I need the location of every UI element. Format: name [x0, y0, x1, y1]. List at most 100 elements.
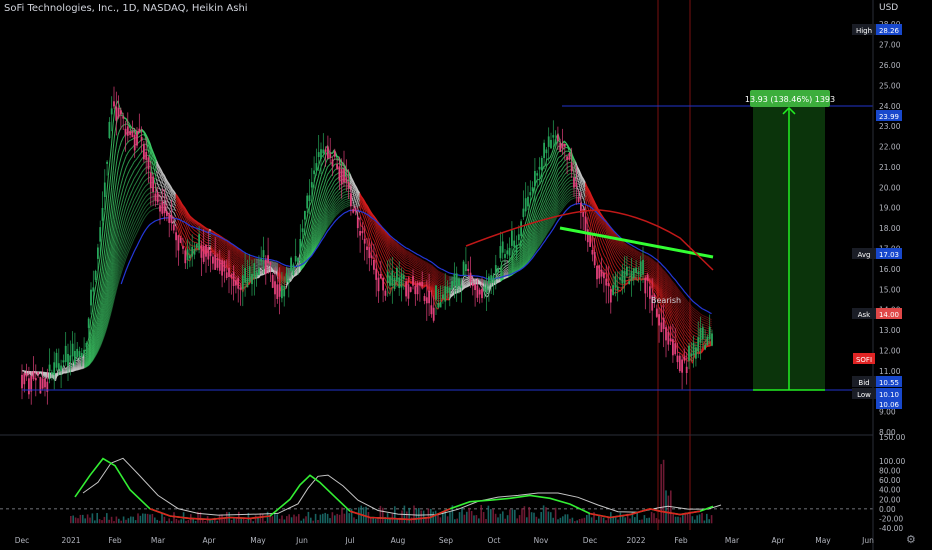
ribbon-segment: [688, 336, 692, 340]
ribbon-segment: [368, 227, 372, 233]
ribbon-segment: [130, 138, 133, 141]
ribbon-segment: [562, 174, 565, 178]
ribbon-segment: [331, 186, 335, 191]
ribbon-segment: [367, 227, 370, 235]
ribbon-segment: [335, 178, 338, 181]
ribbon-segment: [224, 244, 228, 247]
ribbon-segment: [237, 261, 240, 264]
ribbon-segment: [117, 221, 121, 230]
ribbon-segment: [328, 201, 332, 205]
ribbon-segment: [597, 256, 601, 262]
ribbon-segment: [196, 238, 199, 241]
ribbon-segment: [555, 188, 559, 193]
ribbon-segment: [239, 260, 242, 264]
ribbon-segment: [554, 183, 557, 188]
ribbon-segment: [417, 273, 419, 275]
ribbon-segment: [119, 142, 122, 148]
ribbon-segment: [327, 171, 330, 175]
ribbon-segment: [671, 307, 674, 312]
ribbon-segment: [423, 276, 426, 278]
ribbon-segment: [608, 259, 612, 265]
chart-canvas[interactable]: 8.009.0010.0011.0012.0013.0014.0015.0016…: [0, 0, 932, 550]
price-pane[interactable]: [21, 0, 873, 530]
ribbon-segment: [125, 201, 129, 207]
ribbon-segment: [620, 260, 623, 264]
ribbon-segment: [595, 249, 599, 257]
ribbon-segment: [317, 191, 321, 199]
ribbon-segment: [504, 267, 508, 270]
ribbon-segment: [402, 267, 405, 270]
ribbon-segment: [179, 221, 183, 227]
ribbon-segment: [648, 272, 652, 275]
ribbon-segment: [525, 216, 529, 222]
ribbon-segment: [175, 221, 178, 224]
ribbon-segment: [221, 253, 224, 257]
ribbon-segment: [325, 174, 329, 179]
ribbon-segment: [400, 260, 404, 263]
ribbon-segment: [128, 139, 132, 142]
ribbon-segment: [330, 198, 333, 202]
ribbon-segment: [122, 135, 125, 139]
ribbon-segment: [679, 315, 682, 319]
ribbon-segment: [335, 182, 338, 185]
ribbon-segment: [605, 258, 609, 264]
ribbon-segment: [79, 360, 82, 363]
ribbon-segment: [399, 256, 402, 259]
ribbon-segment: [384, 279, 388, 284]
ribbon-segment: [181, 232, 185, 236]
ribbon-segment: [212, 249, 215, 252]
ribbon-segment: [679, 333, 682, 337]
ribbon-segment: [322, 159, 325, 164]
ribbon-segment: [410, 267, 413, 269]
ribbon-segment: [239, 279, 242, 283]
ribbon-segment: [119, 214, 122, 223]
ribbon-segment: [402, 264, 405, 267]
ribbon-segment: [587, 225, 591, 230]
ribbon-segment: [581, 205, 584, 207]
ribbon-segment: [220, 244, 223, 247]
ribbon-segment: [568, 165, 572, 167]
ribbon-segment: [530, 205, 533, 211]
ribbon-segment: [215, 242, 218, 245]
ribbon-segment: [552, 182, 556, 187]
ribbon-segment: [672, 317, 676, 321]
ribbon-segment: [399, 261, 402, 265]
ribbon-segment: [128, 176, 132, 181]
ribbon-segment: [109, 166, 113, 183]
ribbon-segment: [320, 180, 324, 186]
ribbon-segment: [93, 286, 97, 297]
ribbon-segment: [599, 261, 602, 265]
ribbon-segment: [119, 223, 122, 231]
ribbon-segment: [605, 245, 609, 251]
ribbon-segment: [610, 258, 613, 263]
ribbon-segment: [546, 175, 549, 179]
ribbon-segment: [597, 238, 601, 245]
ribbon-segment: [392, 266, 396, 269]
ribbon-segment: [559, 170, 562, 173]
ribbon-segment: [114, 195, 117, 207]
ribbon-segment: [392, 262, 396, 265]
ribbon-segment: [117, 202, 121, 211]
ribbon-segment: [677, 319, 681, 323]
ribbon-segment: [239, 277, 242, 280]
ribbon-segment: [672, 330, 676, 334]
ribbon-segment: [115, 134, 119, 145]
ribbon-segment: [231, 263, 234, 266]
ribbon-segment: [655, 275, 658, 279]
ribbon-segment: [677, 316, 681, 320]
ribbon-segment: [423, 274, 426, 276]
ribbon-segment: [234, 260, 237, 263]
ribbon-segment: [220, 256, 223, 259]
ribbon-segment: [680, 349, 684, 353]
ribbon-segment: [618, 286, 621, 289]
ribbon-segment: [138, 153, 141, 157]
ribbon-segment: [176, 213, 180, 218]
ribbon-segment: [132, 137, 135, 140]
ribbon-segment: [135, 165, 138, 169]
ribbon-segment: [379, 245, 383, 251]
ribbon-segment: [611, 261, 615, 266]
ribbon-segment: [328, 169, 332, 173]
ribbon-segment: [404, 263, 407, 266]
ribbon-segment: [320, 188, 324, 194]
ribbon-segment: [103, 246, 106, 259]
